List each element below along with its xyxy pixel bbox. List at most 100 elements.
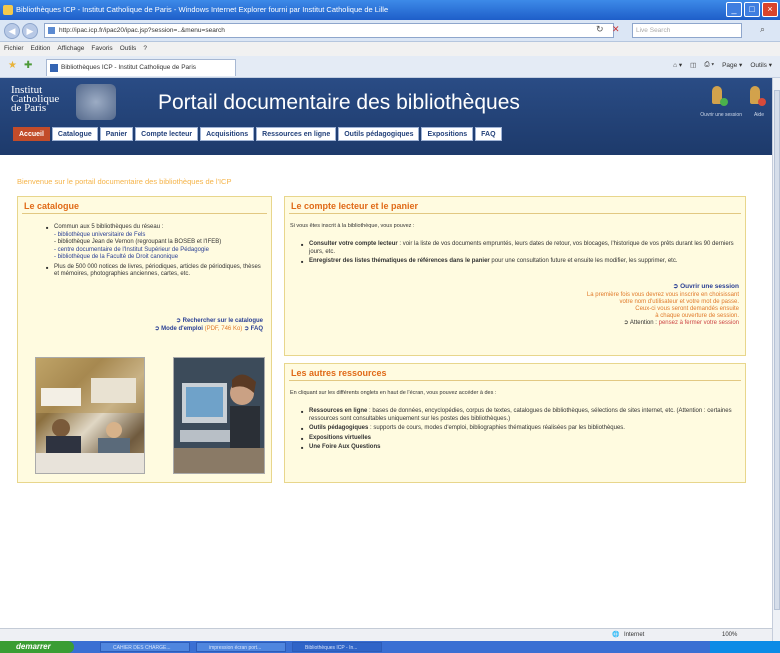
scrollbar-thumb[interactable]: [774, 90, 780, 610]
close-session-link[interactable]: pensez à fermer votre session: [659, 320, 739, 326]
basket-link[interactable]: Enregistrer des listes thématiques de ré…: [309, 258, 490, 264]
minimize-button[interactable]: _: [726, 2, 742, 17]
help-icon[interactable]: [746, 84, 766, 106]
catalogue-intro: Commun aux 5 bibliothèques du réseau :: [54, 224, 164, 230]
note-line: La première fois vous devrez vous inscri…: [586, 292, 739, 298]
library-link[interactable]: - bibliothèque de la Faculté de Droit ca…: [54, 254, 178, 260]
reading-room-image: [36, 358, 144, 473]
session-info: ➲ Ouvrir une session La première fois vo…: [587, 283, 739, 327]
computer-photo: [173, 357, 265, 474]
list-item: Ressources en ligne : bases de données, …: [301, 408, 739, 423]
tab-expositions[interactable]: Expositions: [421, 127, 474, 141]
icp-logo[interactable]: Institut Catholique de Paris: [11, 85, 59, 114]
forward-button[interactable]: ▶: [22, 23, 38, 39]
list-item: Outils pédagogiques : supports de cours,…: [301, 425, 739, 433]
window-title-bar: Bibliothèques ICP - Institut Catholique …: [0, 0, 780, 20]
tab-bar: ★ ✚ Bibliothèques ICP - Institut Catholi…: [0, 56, 780, 78]
user-guide-link[interactable]: ➲ Mode d'emploi (PDF, 746 Ko): [154, 326, 242, 332]
add-favorite-icon[interactable]: ✚: [24, 60, 32, 71]
faq-link[interactable]: Une Foire Aux Questions: [309, 444, 380, 450]
search-icon[interactable]: ⌕: [760, 24, 765, 35]
internet-zone-icon: 🌐: [612, 632, 620, 638]
resources-panel: Les autres ressources En cliquant sur le…: [284, 363, 746, 483]
crest-image: [76, 84, 116, 120]
online-resources-link[interactable]: Ressources en ligne: [309, 408, 367, 414]
list-item: Plus de 500 000 notices de livres, pério…: [46, 264, 264, 279]
menu-bar: Fichier Edition Affichage Favoris Outils…: [0, 42, 780, 56]
feeds-icon[interactable]: ◫: [690, 61, 696, 69]
tab-ressources-en-ligne[interactable]: Ressources en ligne: [256, 127, 337, 141]
zoom-level[interactable]: 100%: [722, 629, 737, 641]
taskbar-item[interactable]: CAHIER DES CHARGE...: [100, 642, 190, 652]
exhibitions-link[interactable]: Expositions virtuelles: [309, 435, 371, 441]
library-photo: [35, 357, 145, 474]
menu-tools[interactable]: Outils: [120, 42, 137, 56]
tab-outils-pedagogiques[interactable]: Outils pédagogiques: [338, 127, 420, 141]
help-label[interactable]: Aide: [754, 112, 764, 118]
browser-tab[interactable]: Bibliothèques ICP - Institut Catholique …: [46, 59, 236, 76]
home-icon[interactable]: ⌂ ▾: [673, 61, 682, 69]
tab-faq[interactable]: FAQ: [475, 127, 502, 141]
print-icon[interactable]: ⎙ ▾: [704, 61, 714, 69]
refresh-icon[interactable]: ↻: [596, 24, 604, 35]
login-icon[interactable]: [708, 84, 728, 106]
page-menu[interactable]: Page ▾: [722, 61, 742, 69]
catalogue-title: Le catalogue: [24, 201, 80, 211]
tab-acquisitions[interactable]: Acquisitions: [200, 127, 255, 141]
tools-menu[interactable]: Outils ▾: [750, 61, 772, 69]
tab-panier[interactable]: Panier: [99, 127, 134, 141]
note-line: votre nom d'utilisateur et votre mot de …: [619, 299, 739, 305]
back-button[interactable]: ◀: [4, 23, 20, 39]
menu-view[interactable]: Affichage: [57, 42, 84, 56]
note-line: à chaque ouverture de session.: [655, 313, 739, 319]
stop-icon[interactable]: ✕: [612, 24, 620, 35]
search-input[interactable]: Live Search: [632, 23, 742, 38]
library-link[interactable]: - centre documentaire de l'Institut Supé…: [54, 247, 209, 253]
teaching-tools-link[interactable]: Outils pédagogiques: [309, 425, 368, 431]
item-text: : supports de cours, modes d'emploi, bib…: [368, 425, 625, 431]
menu-edit[interactable]: Edition: [31, 42, 51, 56]
vertical-scrollbar[interactable]: [772, 78, 780, 641]
tab-catalogue[interactable]: Catalogue: [51, 127, 98, 141]
list-item: Consulter votre compte lecteur : voir la…: [301, 241, 741, 256]
system-tray: [710, 641, 780, 653]
browser-status-bar: 🌐 Internet 100%: [0, 628, 772, 641]
divider: [22, 213, 267, 214]
search-catalogue-link[interactable]: ➲ Rechercher sur le catalogue: [154, 317, 263, 325]
open-session-link[interactable]: ➲ Ouvrir une session: [587, 283, 739, 290]
site-header: Institut Catholique de Paris Portail doc…: [0, 78, 772, 155]
taskbar-item[interactable]: Bibliothèques ICP - In...: [292, 642, 382, 652]
menu-help[interactable]: ?: [143, 42, 147, 56]
taskbar: demarrer CAHIER DES CHARGE... impression…: [0, 641, 780, 653]
warning-label: ➲ Attention :: [623, 320, 657, 326]
logo-line: de Paris: [11, 102, 47, 114]
address-bar: ◀ ▶ http://ipac.icp.fr/ipac20/ipac.jsp?s…: [0, 20, 780, 42]
close-button[interactable]: ×: [762, 2, 778, 17]
url-field[interactable]: http://ipac.icp.fr/ipac20/ipac.jsp?sessi…: [44, 23, 614, 38]
note-line: Ceux-ci vous seront demandés ensuite: [635, 306, 739, 312]
favorites-star-icon[interactable]: ★: [8, 60, 17, 71]
faq-link[interactable]: ➲ FAQ: [244, 326, 263, 332]
welcome-text: Bienvenue sur le portail documentaire de…: [17, 177, 232, 186]
menu-file[interactable]: Fichier: [4, 42, 24, 56]
start-button[interactable]: demarrer: [0, 641, 74, 653]
login-label[interactable]: Ouvrir une session: [700, 112, 742, 118]
list-item: Expositions virtuelles: [301, 435, 739, 443]
url-text: http://ipac.icp.fr/ipac20/ipac.jsp?sessi…: [59, 27, 225, 34]
list-item: Une Foire Aux Questions: [301, 444, 739, 452]
tab-accueil[interactable]: Accueil: [13, 127, 50, 141]
catalogue-links: ➲ Rechercher sur le catalogue ➲ Mode d'e…: [154, 317, 263, 333]
tab-compte-lecteur[interactable]: Compte lecteur: [135, 127, 199, 141]
catalogue-panel: Le catalogue Commun aux 5 bibliothèques …: [17, 196, 272, 483]
computer-user-image: [174, 358, 264, 473]
zone-label: Internet: [624, 632, 645, 638]
menu-favorites[interactable]: Favoris: [91, 42, 112, 56]
tab-favicon: [50, 64, 58, 72]
page-title: Portail documentaire des bibliothèques: [158, 91, 520, 114]
account-link[interactable]: Consulter votre compte lecteur: [309, 241, 398, 247]
window-title: Bibliothèques ICP - Institut Catholique …: [16, 5, 389, 14]
list-item: Commun aux 5 bibliothèques du réseau : -…: [46, 224, 264, 262]
maximize-button[interactable]: □: [744, 2, 760, 17]
taskbar-item[interactable]: impression écran port...: [196, 642, 286, 652]
library-link[interactable]: - bibliothèque universitaire de Fels: [54, 232, 145, 238]
